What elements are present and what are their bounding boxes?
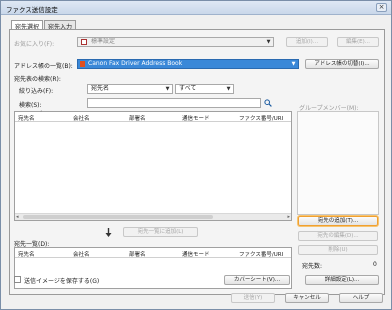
filter-field-value: 宛先名 [91, 85, 110, 92]
address-list[interactable]: 宛先名 ˆ 会社名 部署名 通信モード ファクス番号/URI ◂ ▸ [14, 111, 292, 221]
search-icon[interactable] [264, 99, 272, 107]
address-book-label: アドレス帳の一覧(B): [14, 63, 73, 70]
scroll-thumb[interactable] [23, 215, 213, 219]
column-fax-number[interactable]: ファクス番号/URI [239, 114, 283, 122]
address-book-icon [80, 61, 85, 67]
cancel-button[interactable]: キャンセル [285, 293, 329, 303]
search-section-label: 宛先表の検索(R): [14, 76, 61, 83]
destination-count-label: 宛先数: [302, 263, 323, 270]
fax-settings-window: ファクス送信設定 × 宛先選択 宛先入力 お気に入り(F): 標準設定 ▼ 追加… [0, 0, 392, 310]
sort-indicator-icon: ˆ [40, 111, 43, 117]
favorites-add-button[interactable]: 追加(I)... [286, 37, 328, 47]
group-members-list[interactable] [297, 111, 379, 215]
cover-sheet-button[interactable]: カバーシート(V)... [224, 275, 290, 285]
add-to-list-button[interactable]: 宛先一覧に追加(L) [123, 227, 198, 237]
address-book-select[interactable]: Canon Fax Driver Address Book ▼ [77, 59, 299, 69]
favorites-icon [81, 39, 87, 45]
search-label: 検索(S): [19, 102, 42, 109]
chevron-down-icon: ▼ [165, 86, 170, 92]
column-name[interactable]: 宛先名 [18, 250, 35, 258]
send-button[interactable]: 送信(Y) [231, 293, 275, 303]
destination-count-value: 0 [373, 261, 377, 268]
destination-list-header: 宛先名 会社名 部署名 通信モード ファクス番号/URI [15, 248, 291, 258]
close-icon[interactable]: × [376, 3, 387, 12]
tab-panel: お気に入り(F): 標準設定 ▼ 追加(I)... 編集(E)... アドレス帳… [9, 29, 385, 295]
column-company[interactable]: 会社名 [73, 250, 90, 258]
window-title: ファクス送信設定 [6, 6, 58, 14]
switch-address-book-button[interactable]: アドレス帳の切替(I)... [305, 59, 379, 69]
column-name[interactable]: 宛先名 [18, 114, 35, 122]
details-button[interactable]: 詳細設定(L)... [305, 275, 379, 285]
favorites-select[interactable]: 標準設定 ▼ [77, 37, 274, 47]
column-company[interactable]: 会社名 [73, 114, 90, 122]
arrow-down-icon [105, 228, 112, 237]
search-input[interactable] [87, 98, 261, 108]
column-department[interactable]: 部署名 [129, 114, 146, 122]
filter-value-value: すべて [179, 85, 197, 92]
chevron-down-icon: ▼ [266, 39, 271, 45]
address-book-value: Canon Fax Driver Address Book [88, 60, 183, 67]
column-department[interactable]: 部署名 [129, 250, 146, 258]
save-image-label: 送信イメージを保存する(G) [24, 278, 100, 285]
edit-destination-button[interactable]: 宛先の編集(D)... [298, 231, 378, 241]
favorites-value: 標準設定 [91, 38, 116, 45]
delete-destination-button[interactable]: 削除(U) [298, 245, 378, 255]
favorites-label: お気に入り(F): [14, 41, 55, 48]
filter-value-select[interactable]: すべて ▼ [175, 84, 234, 94]
chevron-down-icon: ▼ [226, 86, 231, 92]
title-bar: ファクス送信設定 × [1, 1, 391, 15]
favorites-edit-button[interactable]: 編集(E)... [337, 37, 379, 47]
scroll-left-icon[interactable]: ◂ [16, 214, 19, 220]
column-mode[interactable]: 通信モード [182, 250, 210, 258]
address-list-header: 宛先名 ˆ 会社名 部署名 通信モード ファクス番号/URI [15, 111, 291, 122]
add-destination-button[interactable]: 宛先の追加(T)... [298, 216, 378, 226]
filter-field-select[interactable]: 宛先名 ▼ [87, 84, 173, 94]
filter-label: 絞り込み(F): [19, 88, 54, 95]
scroll-right-icon[interactable]: ▸ [287, 214, 290, 220]
column-fax-number[interactable]: ファクス番号/URI [239, 250, 283, 258]
chevron-down-icon: ▼ [291, 61, 296, 67]
column-mode[interactable]: 通信モード [182, 114, 210, 122]
save-image-checkbox[interactable] [14, 276, 21, 283]
help-button[interactable]: ヘルプ [339, 293, 383, 303]
address-list-scrollbar[interactable]: ◂ ▸ [15, 213, 291, 220]
